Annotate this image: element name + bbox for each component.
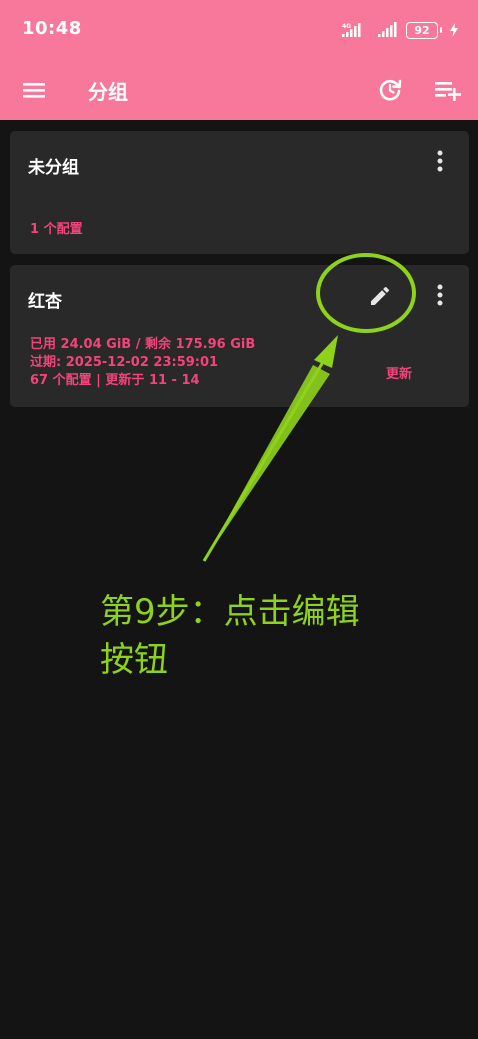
signal-4g-icon: 4G (342, 23, 361, 37)
battery-level: 92 (406, 21, 438, 39)
history-refresh-icon (379, 79, 402, 101)
add-group-button[interactable] (428, 70, 468, 110)
group-card-ungrouped[interactable]: 未分组 1 个配置 (10, 131, 469, 254)
group-name: 红杏 (28, 292, 62, 312)
menu-button[interactable] (14, 72, 54, 108)
annotation-line-2: 按钮 (100, 640, 168, 680)
update-button[interactable]: 更新 (384, 361, 414, 384)
edit-pencil-icon (371, 286, 390, 305)
playlist-add-icon (435, 82, 461, 101)
page-title: 分组 (88, 80, 128, 104)
usage-info: 已用 24.04 GiB / 剩余 175.96 GiB (30, 337, 256, 352)
app-bar: 分组 (0, 60, 478, 120)
signal-icon (378, 22, 397, 37)
status-icons: 4G 92 (342, 20, 458, 40)
history-button[interactable] (370, 70, 410, 110)
profile-summary: 67 个配置 | 更新于 11 - 14 (30, 373, 200, 388)
tutorial-annotation: 第9步：点击编辑 按钮 (100, 588, 400, 684)
svg-text:4G: 4G (342, 23, 351, 30)
more-options-button[interactable] (425, 280, 455, 310)
edit-button[interactable] (365, 281, 395, 311)
more-options-button[interactable] (425, 146, 455, 176)
battery-icon: 92 (406, 21, 442, 39)
expire-info: 过期: 2025-12-02 23:59:01 (30, 355, 219, 370)
charging-icon (450, 23, 458, 37)
group-name: 未分组 (28, 158, 79, 178)
status-time: 10:48 (22, 18, 82, 39)
more-vert-icon (437, 150, 443, 172)
profile-count: 1 个配置 (30, 222, 83, 237)
status-bar: 10:48 4G 92 (0, 0, 478, 60)
more-vert-icon (437, 284, 443, 306)
group-card-hongxing[interactable]: 红杏 已用 24.04 GiB / 剩余 175.96 GiB 过期: 2025… (10, 265, 469, 407)
menu-icon (23, 83, 45, 98)
annotation-line-1: 第9步：点击编辑 (100, 592, 360, 632)
screen: 10:48 4G 92 分组 未分组 1 个配置 红杏 已用 24.04 GiB… (0, 0, 478, 1039)
